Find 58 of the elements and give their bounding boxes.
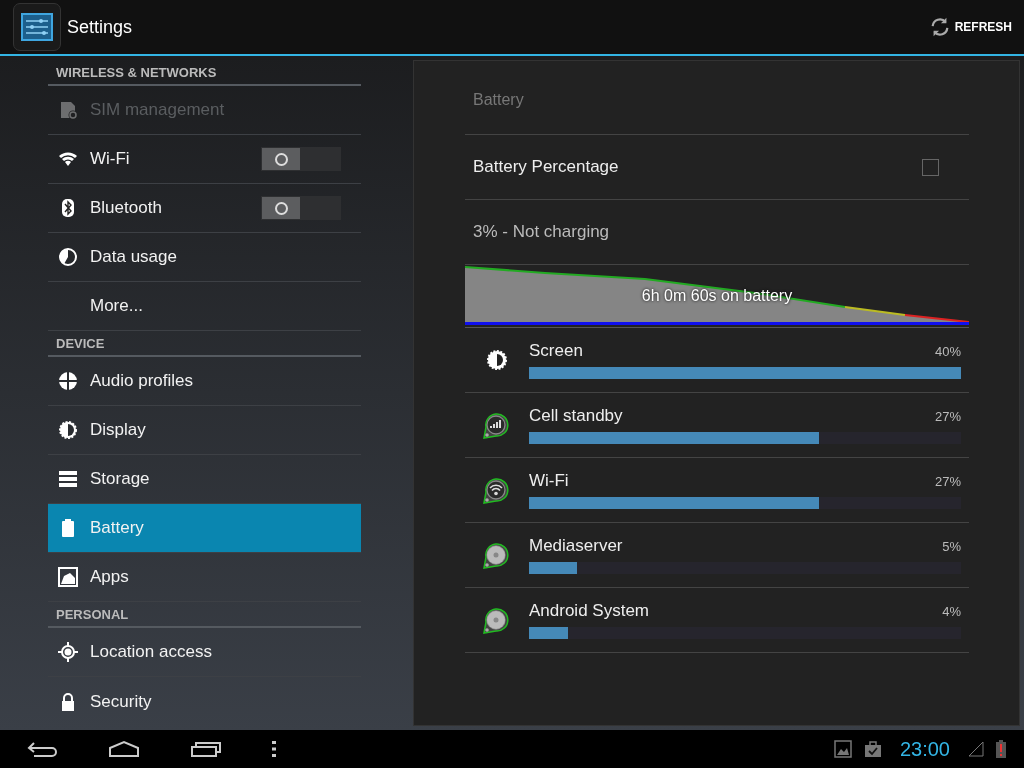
sim-card-icon bbox=[58, 100, 78, 120]
section-header: PERSONAL bbox=[56, 607, 129, 622]
app-name: Cell standby bbox=[529, 406, 623, 426]
sidebar-item[interactable]: Security bbox=[48, 677, 361, 726]
sidebar-item[interactable]: Bluetooth bbox=[48, 184, 361, 233]
wifi-app-icon bbox=[482, 475, 512, 505]
sidebar-item[interactable]: Data usage bbox=[48, 233, 361, 282]
usage-row[interactable]: Android System 4% bbox=[465, 588, 969, 653]
section-header: WIRELESS & NETWORKS bbox=[56, 65, 217, 80]
quartered-circle-icon bbox=[58, 371, 78, 391]
refresh-button[interactable]: REFRESH bbox=[924, 12, 1016, 42]
recent-apps-icon[interactable] bbox=[190, 740, 222, 758]
sidebar-item[interactable]: More... bbox=[48, 282, 361, 331]
sidebar-item[interactable]: Audio profiles bbox=[48, 357, 361, 406]
battery-alert-icon bbox=[996, 740, 1006, 758]
usage-percent: 40% bbox=[934, 344, 961, 359]
picture-icon bbox=[58, 567, 78, 587]
app-name: Screen bbox=[529, 341, 583, 361]
usage-percent: 5% bbox=[942, 539, 961, 554]
clock: 23:00 bbox=[899, 737, 950, 761]
usage-row[interactable]: Wi-Fi 27% bbox=[465, 458, 969, 523]
menu-icon[interactable] bbox=[272, 741, 276, 757]
disc-app-icon bbox=[482, 540, 512, 570]
storage-icon bbox=[58, 469, 78, 489]
brightness-icon bbox=[485, 348, 509, 372]
disc-app-icon bbox=[482, 605, 512, 635]
usage-percent: 4% bbox=[942, 604, 961, 619]
bag-check-icon bbox=[863, 740, 882, 758]
battery-status: 3% - Not charging bbox=[473, 222, 611, 242]
sidebar-item[interactable]: Location access bbox=[48, 628, 361, 677]
settings-app-icon[interactable] bbox=[13, 3, 61, 51]
back-icon[interactable] bbox=[26, 740, 58, 758]
pie-chart-icon bbox=[58, 247, 78, 267]
sidebar-item[interactable]: Wi-Fi bbox=[48, 135, 361, 184]
usage-row[interactable]: Mediaserver 5% bbox=[465, 523, 969, 588]
panel-title: Battery bbox=[465, 61, 969, 135]
signal-icon bbox=[968, 741, 984, 757]
checkbox[interactable] bbox=[922, 158, 939, 176]
location-icon bbox=[58, 642, 78, 662]
usage-percent: 27% bbox=[934, 474, 961, 489]
sidebar-item[interactable]: Apps bbox=[48, 553, 361, 602]
sidebar-item[interactable]: Battery bbox=[48, 504, 361, 553]
picture-icon bbox=[833, 740, 852, 758]
toggle-switch[interactable] bbox=[261, 147, 341, 171]
usage-row[interactable]: Cell standby 27% bbox=[465, 393, 969, 458]
app-title: Settings bbox=[67, 16, 133, 38]
toggle-switch[interactable] bbox=[261, 196, 341, 220]
sidebar-item[interactable]: Display bbox=[48, 406, 361, 455]
usage-row[interactable]: Screen 40% bbox=[465, 328, 969, 393]
app-name: Wi-Fi bbox=[529, 471, 569, 491]
signal-bars-app-icon bbox=[482, 410, 512, 440]
brightness-icon bbox=[58, 420, 78, 440]
app-name: Mediaserver bbox=[529, 536, 623, 556]
section-header: DEVICE bbox=[56, 336, 105, 351]
usage-percent: 27% bbox=[934, 409, 961, 424]
app-name: Android System bbox=[529, 601, 649, 621]
preference-label: Battery Percentage bbox=[473, 157, 620, 177]
home-icon[interactable] bbox=[108, 740, 140, 758]
